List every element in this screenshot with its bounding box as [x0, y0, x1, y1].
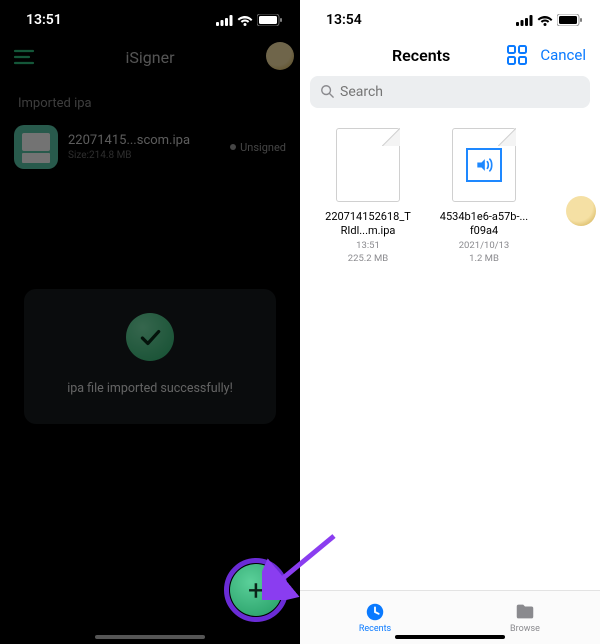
sticker-icon [566, 196, 596, 226]
search-input[interactable] [340, 84, 580, 100]
status-time: 13:51 [26, 12, 62, 28]
file-name: 220714152618_TRIdl...m.ipa [322, 210, 414, 238]
left-screenshot: 13:51 iSigner Imported ipa 22071415...sc… [0, 0, 300, 644]
file-time: 2021/10/13 [438, 240, 530, 251]
picker-header: Recents Cancel [300, 40, 600, 72]
ipa-status: Unsigned [230, 141, 286, 154]
ipa-row[interactable]: 22071415...scom.ipa Size:214.8 MB Unsign… [0, 121, 300, 179]
ipa-file-icon [14, 125, 58, 169]
status-bar: 13:51 [0, 0, 300, 40]
section-label: Imported ipa [0, 74, 300, 121]
right-screenshot: 13:54 Recents Cancel [300, 0, 600, 644]
add-ipa-fab[interactable]: + [230, 564, 282, 616]
avatar[interactable] [266, 42, 294, 70]
status-dot-icon [230, 144, 236, 150]
wifi-icon [237, 15, 253, 26]
grid-toggle-icon[interactable] [506, 44, 528, 66]
file-size: 1.2 MB [438, 253, 530, 264]
status-bar: 13:54 [300, 0, 600, 40]
check-icon [126, 313, 174, 361]
document-icon [336, 128, 400, 202]
tab-label: Recents [359, 624, 391, 634]
search-icon [320, 83, 334, 102]
home-indicator[interactable] [95, 635, 205, 639]
app-title: iSigner [0, 48, 300, 67]
toast-text: ipa file imported successfully! [42, 381, 258, 396]
file-size: 225.2 MB [322, 253, 414, 264]
file-item[interactable]: 220714152618_TRIdl...m.ipa 13:51 225.2 M… [322, 128, 414, 264]
ipa-filesize: Size:214.8 MB [68, 150, 220, 161]
ipa-filename: 22071415...scom.ipa [68, 133, 220, 148]
search-field[interactable] [310, 76, 590, 108]
file-item[interactable]: 4534b1e6-a57b-...f09a4 2021/10/13 1.2 MB [438, 128, 530, 264]
battery-icon [257, 14, 282, 26]
file-name: 4534b1e6-a57b-...f09a4 [438, 210, 530, 238]
app-header: iSigner [0, 40, 300, 74]
success-toast: ipa file imported successfully! [24, 289, 276, 424]
status-time: 13:54 [326, 12, 362, 28]
cancel-button[interactable]: Cancel [540, 46, 586, 64]
home-indicator[interactable] [395, 635, 505, 639]
picker-title: Recents [392, 46, 450, 65]
plus-icon: + [248, 574, 264, 607]
file-time: 13:51 [322, 240, 414, 251]
signal-icon [516, 15, 533, 26]
wifi-icon [537, 15, 553, 26]
battery-icon [557, 14, 582, 26]
tab-label: Browse [510, 624, 540, 634]
signal-icon [216, 15, 233, 26]
audio-file-icon [452, 128, 516, 202]
file-grid: 220714152618_TRIdl...m.ipa 13:51 225.2 M… [300, 118, 600, 274]
